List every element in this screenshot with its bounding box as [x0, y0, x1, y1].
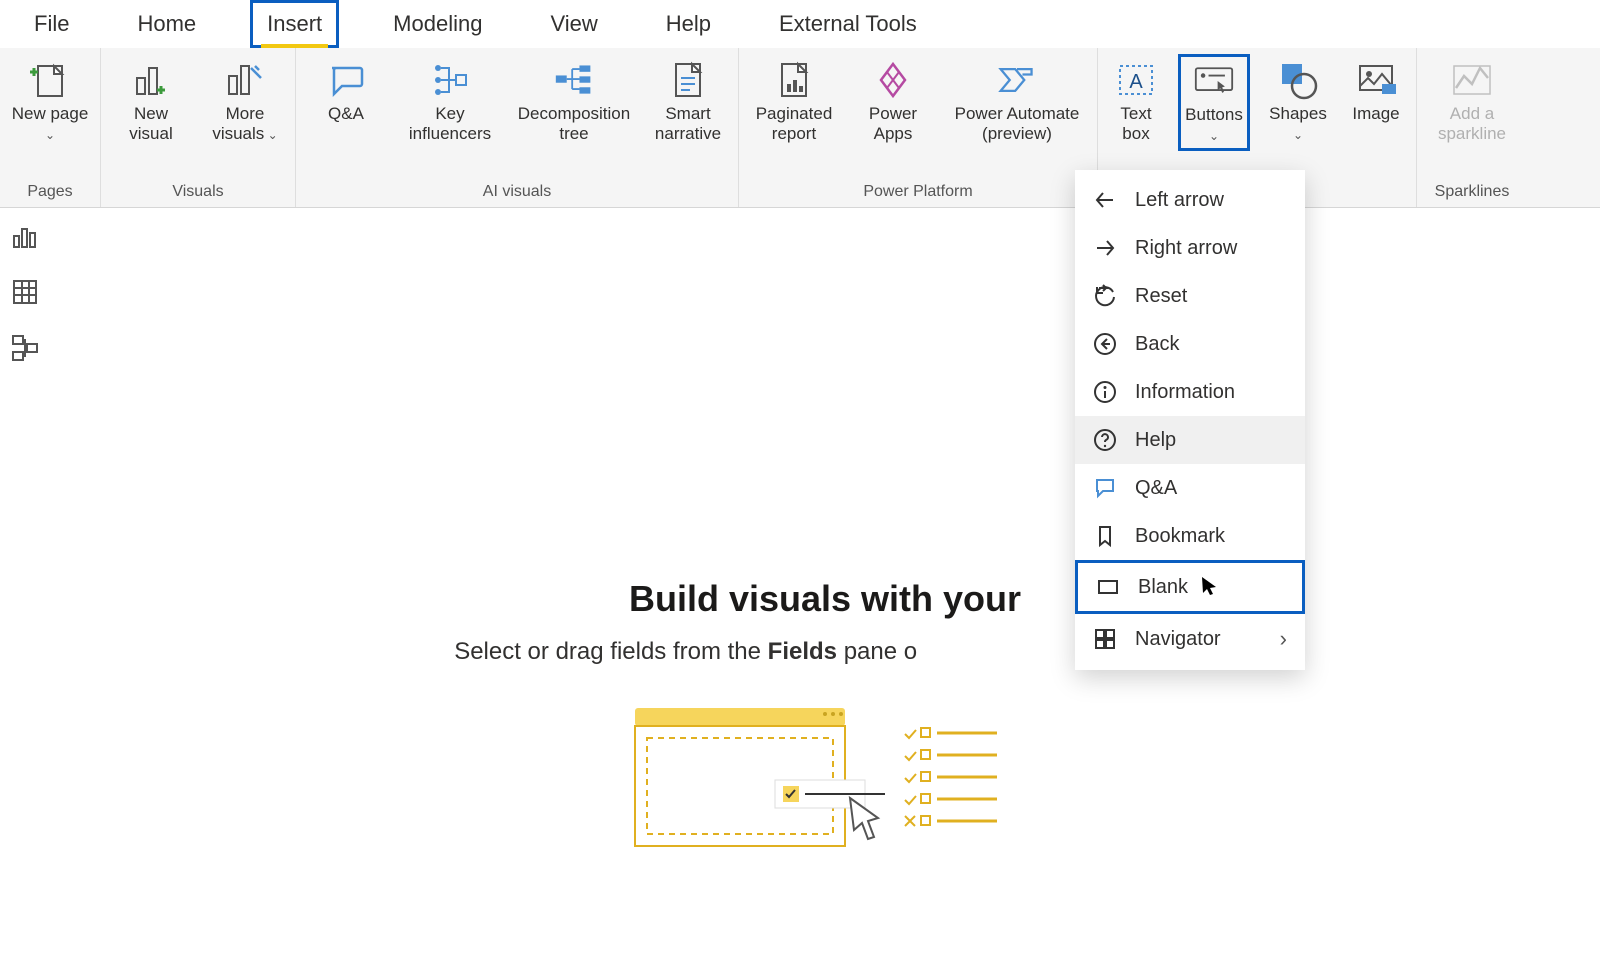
shapes-icon: [1278, 60, 1318, 100]
info-icon: [1093, 380, 1117, 404]
chevron-right-icon: ›: [1280, 626, 1287, 652]
tab-modeling[interactable]: Modeling: [379, 3, 496, 45]
group-label-power: Power Platform: [749, 183, 1087, 205]
placeholder-illustration: [625, 698, 1025, 868]
shapes-button[interactable]: Shapes⌄: [1264, 54, 1332, 145]
decomposition-tree-button[interactable]: Decomposition tree: [514, 54, 634, 145]
more-visuals-icon: [225, 60, 265, 100]
smart-narrative-button[interactable]: Smart narrative: [648, 54, 728, 145]
tab-home[interactable]: Home: [123, 3, 210, 45]
speech-bubble-icon: [326, 60, 366, 100]
image-button[interactable]: Image: [1346, 54, 1406, 124]
tab-view[interactable]: View: [536, 3, 611, 45]
help-icon: [1093, 428, 1117, 452]
tab-insert[interactable]: Insert: [250, 0, 339, 48]
paginated-report-button[interactable]: Paginated report: [749, 54, 839, 145]
navigator-icon: [1093, 627, 1117, 651]
report-canvas[interactable]: Build visuals with your Select or drag f…: [50, 208, 1600, 980]
buttons-dropdown-menu: Left arrow Right arrow Reset Back Inform…: [1075, 170, 1305, 670]
back-icon: [1093, 332, 1117, 356]
report-view-icon[interactable]: [11, 222, 39, 250]
qa-icon: [1093, 476, 1117, 500]
menu-item-bookmark[interactable]: Bookmark: [1075, 512, 1305, 560]
group-label-sparklines: Sparklines: [1427, 183, 1517, 205]
new-page-icon: [30, 60, 70, 100]
group-ai-visuals: Q&A Key influencers Decomposition tree S…: [296, 48, 739, 207]
key-influencers-button[interactable]: Key influencers: [400, 54, 500, 145]
menu-item-qa[interactable]: Q&A: [1075, 464, 1305, 512]
group-label-visuals: Visuals: [111, 183, 285, 205]
power-apps-icon: [873, 60, 913, 100]
text-box-button[interactable]: A Text box: [1108, 54, 1164, 145]
qa-button[interactable]: Q&A: [306, 54, 386, 124]
image-icon: [1356, 60, 1396, 100]
tab-file[interactable]: File: [20, 3, 83, 45]
menu-item-information[interactable]: Information: [1075, 368, 1305, 416]
left-arrow-icon: [1093, 188, 1117, 212]
more-visuals-button[interactable]: More visuals ⌄: [205, 54, 285, 145]
group-power-platform: Paginated report Power Apps Power Automa…: [739, 48, 1098, 207]
bar-chart-icon: [131, 60, 171, 100]
menu-item-navigator[interactable]: Navigator ›: [1075, 614, 1305, 664]
menu-item-right-arrow[interactable]: Right arrow: [1075, 224, 1305, 272]
group-pages: New page ⌄ Pages: [0, 48, 101, 207]
blank-icon: [1096, 575, 1120, 599]
cursor-icon: [1200, 575, 1220, 595]
add-sparkline-button: Add a sparkline: [1427, 54, 1517, 145]
new-page-button[interactable]: New page ⌄: [10, 54, 90, 145]
tab-help[interactable]: Help: [652, 3, 725, 45]
menu-tabs: File Home Insert Modeling View Help Exte…: [0, 0, 1600, 48]
tab-external-tools[interactable]: External Tools: [765, 3, 931, 45]
right-arrow-icon: [1093, 236, 1117, 260]
left-view-rail: [0, 208, 50, 362]
group-sparklines: Add a sparkline Sparklines: [1417, 48, 1527, 207]
new-visual-button[interactable]: New visual: [111, 54, 191, 145]
power-automate-button[interactable]: Power Automate (preview): [947, 54, 1087, 145]
decomposition-tree-icon: [554, 60, 594, 100]
ribbon: New page ⌄ Pages New visual More visuals…: [0, 48, 1600, 208]
paginated-report-icon: [774, 60, 814, 100]
svg-text:A: A: [1129, 71, 1143, 93]
bookmark-icon: [1093, 524, 1117, 548]
menu-item-back[interactable]: Back: [1075, 320, 1305, 368]
menu-item-help[interactable]: Help: [1075, 416, 1305, 464]
group-label-ai: AI visuals: [306, 183, 728, 205]
buttons-icon: [1194, 61, 1234, 101]
power-automate-icon: [997, 60, 1037, 100]
menu-item-reset[interactable]: Reset: [1075, 272, 1305, 320]
group-label-pages: Pages: [10, 183, 90, 205]
buttons-button[interactable]: Buttons⌄: [1178, 54, 1250, 151]
power-apps-button[interactable]: Power Apps: [853, 54, 933, 145]
smart-narrative-icon: [668, 60, 708, 100]
menu-item-blank[interactable]: Blank: [1075, 560, 1305, 614]
key-influencers-icon: [430, 60, 470, 100]
data-view-icon[interactable]: [11, 278, 39, 306]
group-visuals: New visual More visuals ⌄ Visuals: [101, 48, 296, 207]
sparkline-icon: [1452, 60, 1492, 100]
reset-icon: [1093, 284, 1117, 308]
menu-item-left-arrow[interactable]: Left arrow: [1075, 176, 1305, 224]
text-box-icon: A: [1116, 60, 1156, 100]
model-view-icon[interactable]: [11, 334, 39, 362]
